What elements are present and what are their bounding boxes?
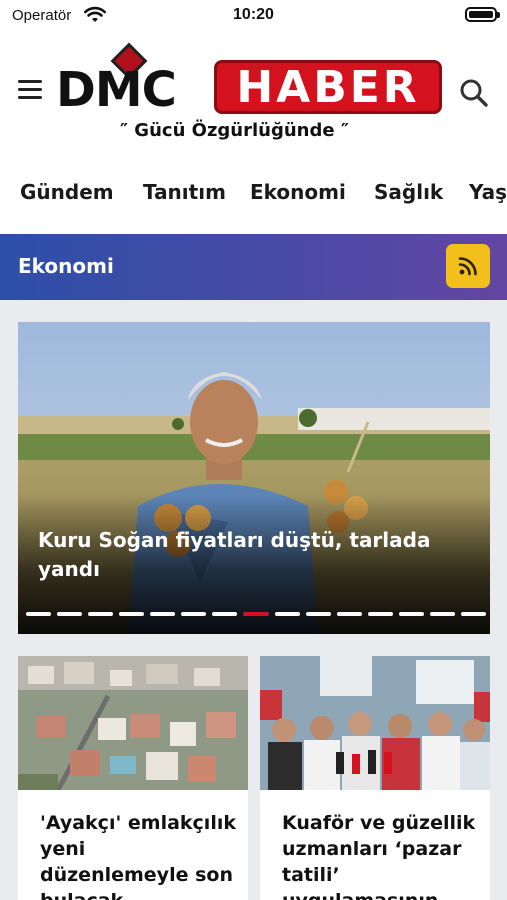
featured-headline[interactable]: Kuru Soğan fiyatları düştü, tarlada yand… bbox=[38, 526, 458, 584]
slider-dot[interactable] bbox=[57, 612, 83, 616]
status-bar: Operatör 10:20 bbox=[0, 0, 507, 32]
section-title: Ekonomi bbox=[18, 254, 114, 278]
news-feed[interactable]: Kuru Soğan fiyatları düştü, tarlada yand… bbox=[0, 300, 507, 900]
logo-slogan: ″ Gücü Özgürlüğünde ″ bbox=[120, 120, 349, 141]
news-card[interactable]: 'Ayakçı' emlakçılık yeni düzenlemeyle so… bbox=[18, 656, 248, 900]
category-tab-gundem[interactable]: Gündem bbox=[20, 180, 114, 204]
slider-pagination[interactable] bbox=[26, 612, 486, 618]
app-header: DMC HABER ″ Gücü Özgürlüğünde ″ bbox=[0, 32, 507, 160]
slider-dot-active[interactable] bbox=[243, 612, 269, 616]
hamburger-icon[interactable] bbox=[18, 80, 42, 100]
category-tab-tanitim[interactable]: Tanıtım bbox=[143, 180, 226, 204]
slider-dot[interactable] bbox=[460, 612, 486, 616]
news-card-image bbox=[260, 656, 490, 790]
category-nav: Gündem Tanıtım Ekonomi Sağlık Yaşa bbox=[0, 170, 507, 218]
slider-dot[interactable] bbox=[88, 612, 114, 616]
slider-dot[interactable] bbox=[305, 612, 331, 616]
slider-dot[interactable] bbox=[119, 612, 145, 616]
slider-dot[interactable] bbox=[336, 612, 362, 616]
news-card[interactable]: Kuaför ve güzellik uzmanları ‘pazar tati… bbox=[260, 656, 490, 900]
slider-dot[interactable] bbox=[367, 612, 393, 616]
category-tab-saglik[interactable]: Sağlık bbox=[374, 180, 443, 204]
news-card-title[interactable]: 'Ayakçı' emlakçılık yeni düzenlemeyle so… bbox=[40, 810, 236, 900]
logo-dmc-text: DMC bbox=[56, 62, 177, 118]
section-header: Ekonomi bbox=[0, 234, 507, 300]
logo-haber-text: HABER bbox=[236, 62, 420, 113]
slider-dot[interactable] bbox=[181, 612, 207, 616]
category-tab-yasam[interactable]: Yaşa bbox=[469, 180, 507, 204]
site-logo[interactable]: DMC HABER ″ Gücü Özgürlüğünde ″ bbox=[54, 40, 446, 148]
news-card-image bbox=[18, 656, 248, 790]
clock: 10:20 bbox=[233, 6, 274, 23]
slider-dot[interactable] bbox=[26, 612, 52, 616]
slider-dot[interactable] bbox=[274, 612, 300, 616]
featured-slider[interactable]: Kuru Soğan fiyatları düştü, tarlada yand… bbox=[18, 322, 490, 634]
rss-button[interactable] bbox=[446, 244, 490, 288]
slider-dot[interactable] bbox=[398, 612, 424, 616]
battery-icon bbox=[465, 7, 500, 22]
news-card-title[interactable]: Kuaför ve güzellik uzmanları ‘pazar tati… bbox=[282, 810, 478, 900]
slider-dot[interactable] bbox=[150, 612, 176, 616]
search-icon[interactable] bbox=[459, 78, 489, 108]
slider-dot[interactable] bbox=[212, 612, 238, 616]
logo-haber-box: HABER bbox=[214, 60, 442, 114]
rss-icon bbox=[458, 257, 477, 276]
slider-dot[interactable] bbox=[429, 612, 455, 616]
category-tab-ekonomi[interactable]: Ekonomi bbox=[250, 180, 346, 204]
